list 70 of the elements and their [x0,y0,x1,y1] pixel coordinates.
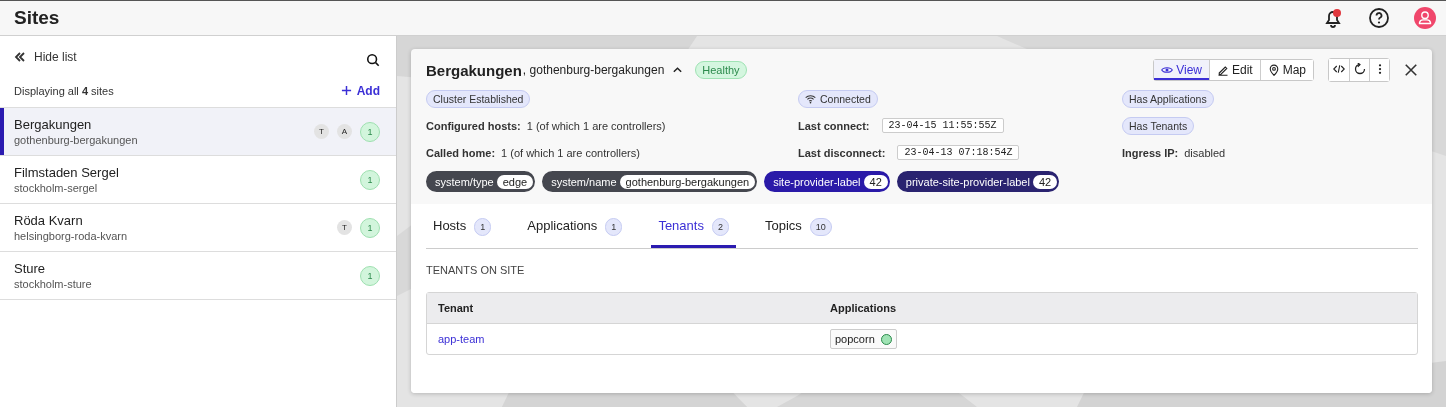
eye-icon [1161,64,1174,76]
count-badge: 1 [360,217,380,238]
tenant-link[interactable]: app-team [438,333,485,345]
help-icon[interactable] [1368,7,1390,29]
tag-badge: T [314,124,329,139]
field-label: Configured hosts: [426,119,521,132]
site-slug: stockholm-sergel [14,182,99,194]
add-link[interactable]: Add [340,83,380,98]
application-chip: popcorn [830,329,897,349]
column-header: Applications [830,302,897,314]
tab[interactable]: Applications 1 [520,204,630,248]
page-title: Sites [14,7,61,29]
close-icon[interactable] [1404,63,1418,77]
site-title: Bergakungen [426,61,522,79]
site-name: Sture [14,261,47,276]
field-value: disabled [1184,146,1226,159]
count-badge: 1 [360,265,380,286]
refresh-button[interactable] [1349,59,1369,81]
field-value: 1 (of which 1 are controllers) [526,119,666,132]
tab[interactable]: Tenants 2 [651,204,736,248]
pencil-icon [1216,64,1229,76]
mode-tab[interactable]: View [1154,60,1209,80]
section-title: TENANTS ON SITE [426,263,526,278]
map-pin-icon [1267,64,1280,76]
status-badge: Connected [798,89,878,108]
count-badge: 1 [360,169,380,190]
tag-badge: T [337,220,352,235]
field-value: 1 (of which 1 are controllers) [501,146,640,159]
tab[interactable]: Hosts 1 [426,204,499,248]
column-header: Tenant [438,302,475,314]
site-name: Filmstaden Sergel [14,165,120,180]
site-slug: stockholm-sture [14,278,93,290]
status-badge: Healthy [695,61,747,79]
avatar-icon[interactable] [1414,7,1436,29]
site-slug: gothenburg-bergakungen [14,134,139,146]
code-icon [1333,62,1345,75]
site-list-item[interactable]: Filmstaden Sergel stockholm-sergel 1 [0,156,396,204]
status-badge: Cluster Established [426,89,531,108]
double-chevron-icon [14,51,26,63]
site-list-item[interactable]: Bergakungen gothenburg-bergakungen T A 1 [0,108,396,156]
sites-summary: Displaying all 4 sites [14,84,114,97]
label-chip: system/type edge [426,171,536,192]
more-button[interactable] [1369,59,1389,81]
plus-icon [340,85,352,96]
field-label: Last connect: [798,119,870,132]
site-list-item[interactable]: Sture stockholm-sture 1 [0,252,396,300]
site-slug: , gothenburg-bergakungen [522,63,665,77]
status-badge: Has Applications [1122,89,1214,108]
timestamp-field: 23-04-13 07:18:54Z [897,145,1020,160]
field-label: Called home: [426,146,496,159]
timestamp-field: 23-04-15 11:55:55Z [881,118,1004,133]
label-chip: site-provider-label 42 [764,171,890,192]
mode-tab[interactable]: Map [1259,60,1313,80]
field-label: Ingress IP: [1122,146,1179,159]
tag-badge: A [337,124,352,139]
tab[interactable]: Topics 10 [757,204,839,248]
count-badge: 1 [360,121,380,142]
label-chip: private-site-provider-label 42 [896,171,1060,192]
site-name: Bergakungen [14,117,93,132]
hide-list-link[interactable]: Hide list [14,50,77,64]
status-badge: Has Tenants [1122,116,1195,135]
site-slug: helsingborg-roda-kvarn [14,230,129,242]
site-list-item[interactable]: Röda Kvarn helsingborg-roda-kvarn T 1 [0,204,396,252]
field-label: Last disconnect: [798,146,886,159]
wifi-icon [805,93,816,104]
site-name: Röda Kvarn [14,213,84,228]
label-chip: system/name gothenburg-bergakungen [542,171,758,192]
caret-icon[interactable] [672,66,684,74]
search-icon[interactable] [366,53,380,67]
refresh-icon [1353,62,1366,75]
